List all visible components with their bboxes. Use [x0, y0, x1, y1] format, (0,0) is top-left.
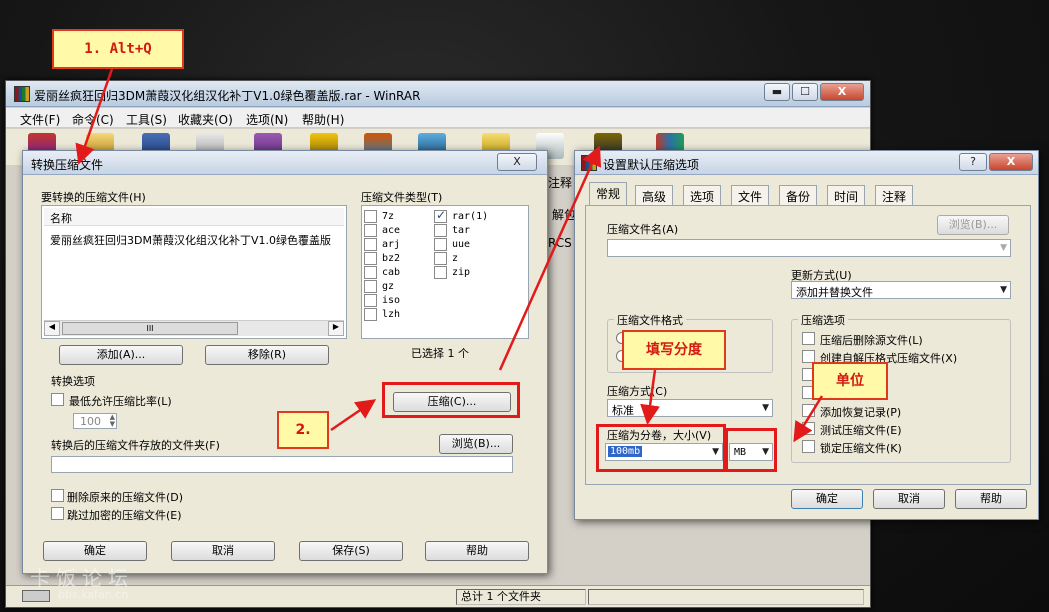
arrow-to-defaults-dialog [498, 145, 602, 371]
arrow-to-volume-unit [793, 395, 824, 443]
arrow-to-volume-size [640, 369, 660, 425]
arrow-step1 [75, 68, 114, 165]
watermark-url: bbs.kafan.cn [58, 588, 129, 601]
annotation-arrows [75, 68, 824, 443]
watermark-text: 卡饭论坛 [30, 566, 134, 590]
arrow-step2 [330, 399, 377, 432]
